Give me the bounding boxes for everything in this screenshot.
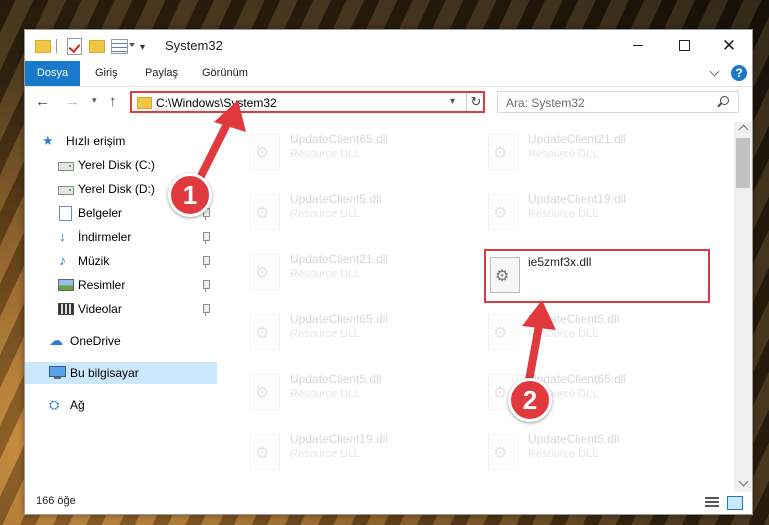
arrow-to-address-bar: [196, 100, 246, 182]
step-2-badge: 2: [508, 378, 552, 422]
arrow-to-dll-file: [522, 300, 556, 390]
step-1-badge: 1: [168, 173, 212, 217]
annotation-arrows: [196, 100, 556, 390]
